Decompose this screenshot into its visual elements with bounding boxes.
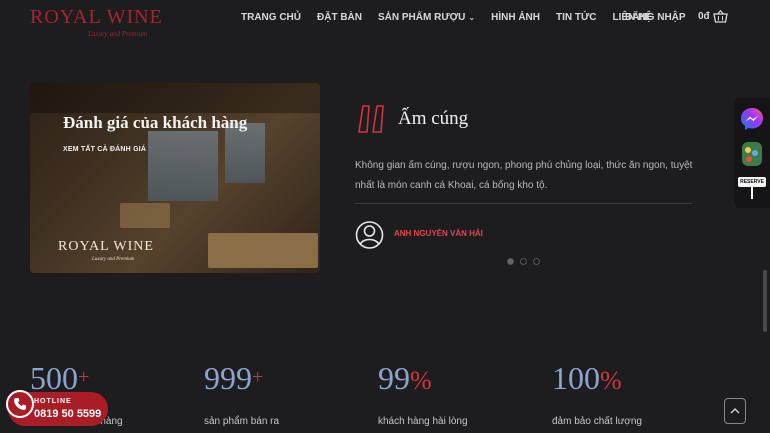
reviews-heading: Đánh giá của khách hàng	[63, 113, 248, 132]
testimonial-text: Không gian ấm cúng, rượu ngon, phong phú…	[355, 160, 693, 191]
carousel-dots	[507, 258, 540, 265]
logo-tagline: Luxury and Premium	[88, 30, 148, 38]
see-all-reviews-link[interactable]: XEM TẤT CẢ ĐÁNH GIÁ	[63, 146, 146, 153]
banner-logo-tagline: Luxury and Premium	[92, 257, 135, 262]
stat-number: 99%	[378, 360, 432, 397]
stat-suffix: %	[600, 366, 622, 395]
stat-suffix: +	[78, 366, 90, 388]
nav-home-label: TRANG CHỦ	[241, 12, 301, 23]
stat-label: khách hàng hài lòng	[378, 416, 468, 427]
stat-value: 999	[204, 360, 252, 396]
carousel-dot[interactable]	[533, 258, 540, 265]
carousel-dot[interactable]	[507, 258, 514, 265]
reserve-sign-text: RESERVE	[738, 177, 766, 187]
stat-suffix: +	[252, 366, 264, 388]
stat-number: 999+	[204, 360, 263, 397]
hotline-button[interactable]: HOTLINE 0819 50 5599	[6, 390, 108, 426]
nav-home[interactable]: TRANG CHỦ	[241, 12, 301, 23]
quote-icon	[358, 105, 384, 133]
stat-value: 100	[552, 360, 600, 396]
nav-gallery[interactable]: HÌNH ẢNH	[491, 12, 540, 23]
stat-number: 100%	[552, 360, 622, 397]
back-to-top-button[interactable]	[724, 398, 746, 424]
nav-products-label: SẢN PHẨM RƯỢU	[378, 12, 466, 23]
zalo-icon[interactable]	[740, 140, 764, 168]
nav-gallery-label: HÌNH ẢNH	[491, 12, 540, 23]
basket-icon	[712, 10, 728, 23]
carousel-dot[interactable]	[520, 258, 527, 265]
messenger-icon[interactable]	[739, 106, 765, 132]
nav-news-label: TIN TỨC	[555, 12, 597, 23]
chevron-down-icon: ⌄	[468, 13, 476, 22]
user-avatar-icon	[355, 221, 384, 249]
site-logo[interactable]: ROYAL WINE Luxury and Premium	[30, 2, 163, 40]
login-link[interactable]: ĐĂNG NHẬP	[625, 12, 686, 23]
chevron-up-icon	[730, 407, 740, 414]
scrollbar-thumb[interactable]	[763, 270, 767, 332]
nav-products[interactable]: SẢN PHẨM RƯỢU ⌄	[378, 12, 475, 23]
testimonial-author: ANH NGUYỄN VĂN HẢI	[394, 229, 483, 238]
logo-wordmark: ROYAL WINE	[30, 6, 163, 28]
hotline-label: HOTLINE	[34, 398, 72, 405]
stat-label: sản phẩm bán ra	[204, 416, 280, 427]
stat-value: 500	[30, 360, 78, 396]
hotline-number: 0819 50 5599	[34, 408, 102, 420]
testimonial-title: Ấm cúng	[398, 108, 469, 129]
reserve-icon[interactable]: RESERVE	[738, 174, 766, 200]
stat-label: đảm bảo chất lượng	[552, 416, 642, 427]
phone-icon	[6, 390, 34, 418]
stat-value: 99	[378, 360, 410, 396]
nav-booking[interactable]: ĐẶT BÀN	[317, 12, 362, 23]
main-nav: TRANG CHỦ ĐẶT BÀN SẢN PHẨM RƯỢU ⌄ HÌNH ẢN…	[241, 12, 668, 23]
site-header: ROYAL WINE Luxury and Premium TRANG CHỦ …	[0, 0, 770, 40]
reviews-banner: Đánh giá của khách hàng XEM TẤT CẢ ĐÁNH …	[30, 83, 320, 273]
floating-contact-widgets: RESERVE	[734, 98, 770, 208]
stat-suffix: %	[410, 366, 432, 395]
cart-button[interactable]: 0đ	[698, 10, 728, 23]
cart-total: 0đ	[698, 11, 710, 22]
nav-news[interactable]: TIN TỨC	[556, 12, 597, 23]
banner-logo: ROYAL WINE	[58, 239, 154, 254]
divider	[355, 203, 692, 204]
nav-booking-label: ĐẶT BÀN	[317, 12, 362, 23]
